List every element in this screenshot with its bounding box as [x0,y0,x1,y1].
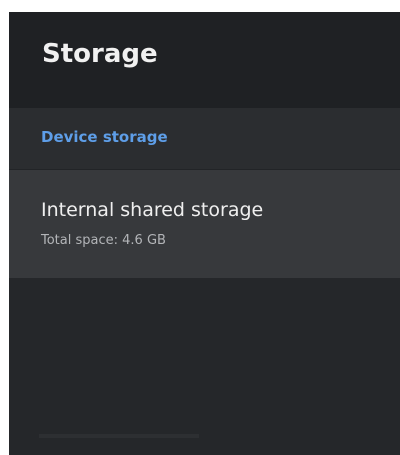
storage-settings-screen: Storage Device storage Internal shared s… [9,12,400,455]
total-space-label: Total space: 4.6 GB [41,233,166,248]
page-title: Storage [42,39,158,69]
internal-shared-storage-title: Internal shared storage [41,199,264,221]
bottom-shadow [39,434,199,438]
internal-shared-storage-item[interactable]: Internal shared storage Total space: 4.6… [9,170,400,278]
device-storage-section-header: Device storage [9,108,400,170]
section-label: Device storage [41,128,168,146]
app-header: Storage [9,12,400,108]
